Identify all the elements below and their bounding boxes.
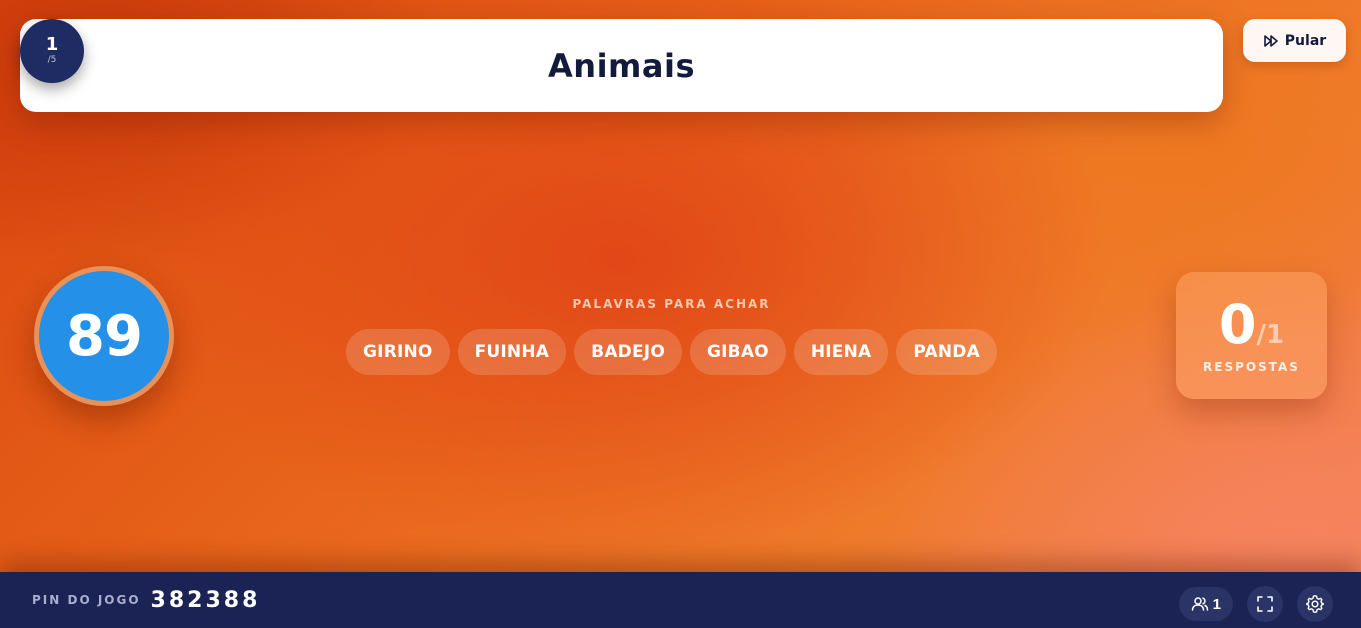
gear-icon (1305, 594, 1325, 614)
word-chip: GIBAO (689, 329, 786, 375)
fullscreen-button[interactable] (1247, 586, 1283, 622)
category-title-card: Animais (20, 19, 1223, 112)
users-icon (1191, 595, 1209, 613)
answers-value: 0 (1218, 292, 1257, 356)
footer-controls: 1 (1178, 586, 1333, 622)
game-pin-label: PIN DO JOGO (32, 593, 141, 607)
settings-button[interactable] (1297, 586, 1333, 622)
fast-forward-icon (1263, 33, 1279, 49)
word-chip: GIRINO (346, 329, 450, 375)
answers-total: /1 (1256, 319, 1285, 350)
word-chip: FUINHA (457, 329, 567, 375)
skip-label: Pular (1284, 32, 1327, 49)
word-chip: HIENA (793, 329, 889, 375)
words-label: PALAVRAS PARA ACHAR (572, 297, 771, 311)
fullscreen-icon (1256, 595, 1274, 613)
answers-counter: 0 /1 RESPOSTAS (1176, 272, 1327, 399)
round-total: /5 (47, 55, 57, 65)
players-count: 1 (1212, 595, 1221, 613)
skip-button[interactable]: Pular (1243, 19, 1346, 62)
players-button[interactable]: 1 (1178, 587, 1233, 621)
words-list: GIRINO FUINHA BADEJO GIBAO HIENA PANDA (0, 329, 1343, 375)
game-pin-value: 382388 (150, 587, 261, 613)
word-chip: PANDA (896, 329, 997, 375)
round-current: 1 (45, 34, 59, 55)
word-chip: BADEJO (574, 329, 682, 375)
category-title: Animais (548, 46, 695, 85)
answers-count: 0 /1 (1218, 292, 1285, 356)
answers-label: RESPOSTAS (1203, 359, 1300, 374)
round-badge: 1 /5 (20, 19, 84, 83)
footer-bar: PIN DO JOGO 382388 1 (0, 572, 1361, 628)
